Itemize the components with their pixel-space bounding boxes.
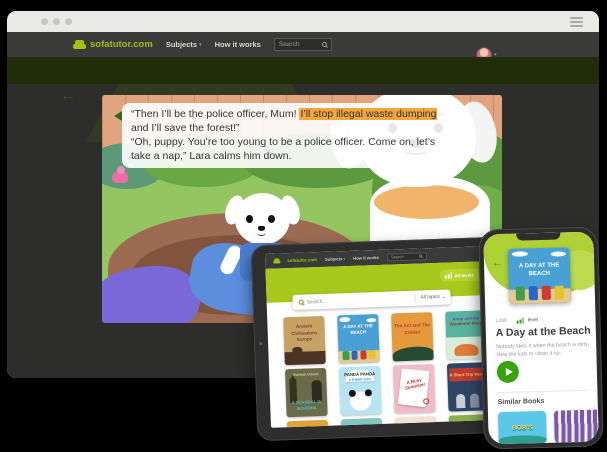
window-control-dot[interactable] xyxy=(41,18,48,25)
tablet-screen: sofatutor.com Subjects▾ How it works Sea… xyxy=(265,246,491,428)
nav-how-it-works[interactable]: How it works xyxy=(215,40,261,49)
book-title: A SCANDAL IN BOHEMIA xyxy=(286,399,327,412)
puppy-mouth xyxy=(257,230,266,236)
book-subtitle: A RAINY DAY xyxy=(339,377,380,382)
level-label: level xyxy=(528,317,538,323)
tablet-camera-dot xyxy=(259,342,262,345)
divider xyxy=(497,390,587,393)
cloud-art xyxy=(340,317,351,322)
book-cover-panda-panda[interactable]: PANDA PANDA A RAINY DAY xyxy=(339,366,382,415)
search-placeholder: Search... xyxy=(307,295,415,305)
highlighted-phrase: I’ll stop illegal waste dumping xyxy=(299,108,437,120)
book-series-label: Sherlock Holmes xyxy=(285,368,326,377)
nav-how-it-works[interactable]: How it works xyxy=(353,255,379,261)
cover-art xyxy=(456,394,465,408)
book-cover-ancient-civilisations[interactable]: Ancient Civilisations Europe xyxy=(283,316,326,365)
flower-art xyxy=(112,171,128,183)
chevron-down-icon: ▾ xyxy=(199,42,202,48)
cloud-art xyxy=(511,251,527,257)
cloud-art xyxy=(366,318,376,323)
book-grid: Ancient Civilisations Europe A DAY AT TH… xyxy=(283,310,491,428)
search-icon xyxy=(299,300,304,305)
book-title: A DAY AT THE BEACH xyxy=(337,323,378,337)
book-detail-title: A Day at the Beach xyxy=(496,325,591,339)
page-header-band xyxy=(7,57,599,84)
search-input[interactable]: Search xyxy=(387,252,427,261)
level-code: L290 xyxy=(495,318,506,324)
book-title: A DAY AT THE BEACH xyxy=(508,261,570,280)
sofatutor-logo-text[interactable]: sofatutor.com xyxy=(90,39,153,50)
story-text: “Oh, puppy. You’re too young to be a pol… xyxy=(131,136,435,162)
book-cover-partial[interactable] xyxy=(554,409,599,442)
similar-books-heading: Similar Books xyxy=(498,398,545,406)
chevron-down-icon: ▾ xyxy=(343,257,345,261)
book-cover-day-at-the-beach[interactable]: A DAY AT THE BEACH xyxy=(337,314,380,363)
browser-menu-icon[interactable] xyxy=(570,17,583,27)
book-cover-ant-and-cricket[interactable]: The Ant and The Cricket xyxy=(391,312,434,361)
browser-chrome-bar xyxy=(7,11,599,32)
book-cover-partial[interactable] xyxy=(395,416,438,428)
back-arrow-icon[interactable]: ← xyxy=(492,257,503,269)
all-levels-button[interactable]: All levels xyxy=(440,268,479,281)
search-icon xyxy=(322,42,327,47)
audio-marker-icon[interactable] xyxy=(114,111,122,121)
recycle-bins-art xyxy=(338,350,379,360)
puppy-head xyxy=(235,193,290,245)
story-text-box: “Then I’ll be the police officer, Mum! I… xyxy=(122,103,456,168)
level-row: L290 level xyxy=(495,317,538,324)
panda-face-art xyxy=(350,391,372,411)
book-title: Ancient Civilisations Europe xyxy=(283,316,325,344)
phone-notch xyxy=(516,232,560,240)
story-text: and I’ll save the forest!” xyxy=(131,122,240,134)
play-icon xyxy=(505,368,512,376)
sofatutor-logo-text[interactable]: sofatutor.com xyxy=(287,257,317,263)
recycle-bins-art xyxy=(509,285,571,300)
window-control-dot[interactable] xyxy=(65,18,72,25)
book-cover-partial[interactable] xyxy=(341,418,384,428)
back-arrow-icon[interactable]: ← xyxy=(60,87,76,105)
book-description: Nobody likes it when the beach is dirty.… xyxy=(496,341,589,360)
cover-art xyxy=(423,398,429,404)
tablet-mockup: sofatutor.com Subjects▾ How it works Sea… xyxy=(251,237,506,442)
book-cover-scandal-in-bohemia[interactable]: Sherlock Holmes A SCANDAL IN BOHEMIA xyxy=(285,368,328,417)
story-text: “Then I’ll be the police officer, Mum! xyxy=(131,108,299,120)
book-title: A Short Trip Home xyxy=(449,371,486,378)
site-navbar: sofatutor.com Subjects▾ How it works Sea… xyxy=(7,32,599,57)
chevron-down-icon: ▾ xyxy=(443,295,445,299)
level-bars-icon xyxy=(445,273,452,279)
puppy-eye xyxy=(246,215,253,223)
search-placeholder: Search xyxy=(279,41,322,48)
search-input[interactable]: Search xyxy=(274,38,332,51)
search-placeholder: Search xyxy=(391,254,418,260)
dog-scarf xyxy=(374,185,479,219)
cloud-art xyxy=(551,252,566,257)
level-bars-icon xyxy=(517,318,524,324)
book-cover-busy-semester[interactable]: A Busy Semester xyxy=(393,364,436,413)
phone-screen: ← A DAY AT THE BEACH L290 level A Day at… xyxy=(483,232,598,445)
book-cover-bobs[interactable]: BOB’S xyxy=(498,411,547,444)
sofatutor-logo-icon[interactable] xyxy=(273,258,280,263)
window-control-dot[interactable] xyxy=(53,18,60,25)
topics-dropdown[interactable]: All topics▾ xyxy=(414,293,444,303)
cover-art xyxy=(284,351,325,365)
puppy-eye xyxy=(268,215,275,223)
play-button[interactable] xyxy=(497,361,520,384)
similar-books-row: BOB’S xyxy=(498,409,599,444)
nav-subjects[interactable]: Subjects▾ xyxy=(166,40,202,49)
book-title: The Ant and The Cricket xyxy=(391,312,433,337)
window-controls xyxy=(41,18,72,25)
book-cover-day-at-the-beach[interactable]: A DAY AT THE BEACH xyxy=(508,247,571,304)
sofatutor-logo-icon[interactable] xyxy=(73,40,86,49)
cover-art xyxy=(392,346,433,361)
cover-art xyxy=(470,394,479,408)
book-cover-partial[interactable] xyxy=(287,420,330,428)
book-title: BOB’S xyxy=(512,424,533,432)
search-icon xyxy=(419,254,422,257)
cover-art xyxy=(454,344,478,357)
phone-mockup: ← A DAY AT THE BEACH L290 level A Day at… xyxy=(478,226,604,449)
nav-subjects[interactable]: Subjects▾ xyxy=(325,256,345,262)
